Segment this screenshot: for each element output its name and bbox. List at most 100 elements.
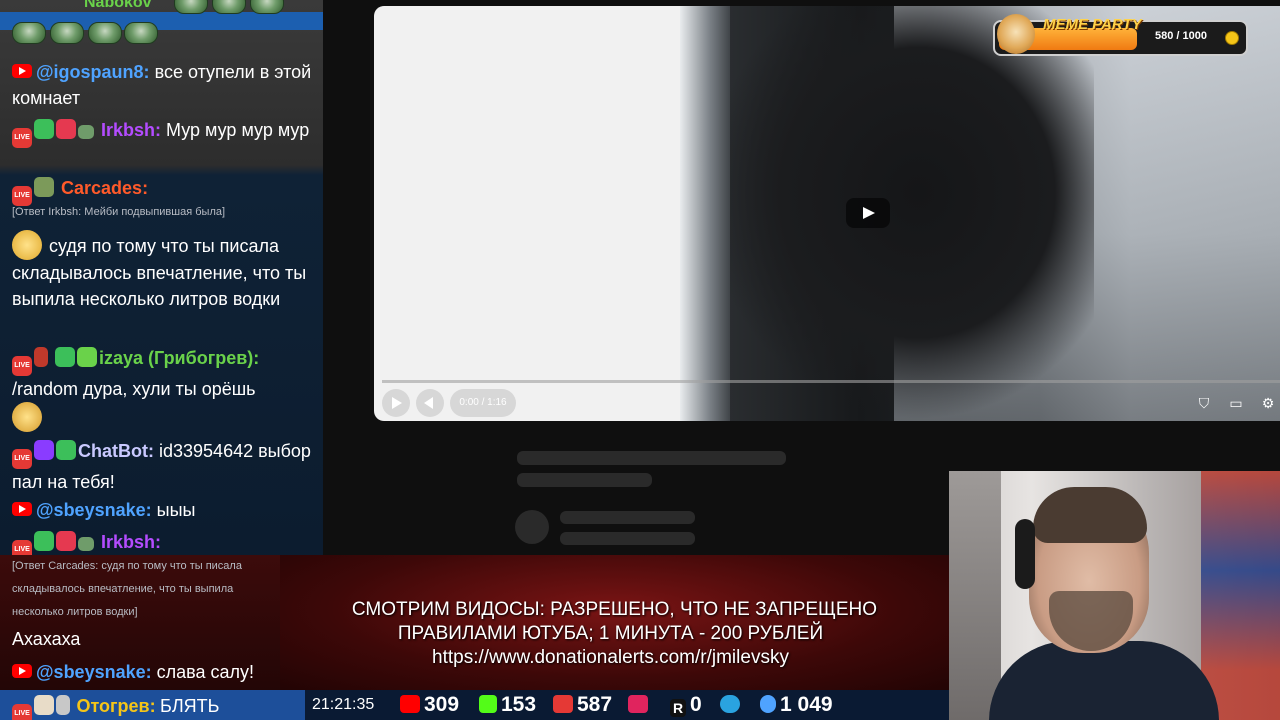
chat-reply: [Ответ Carcades: судя по тому что ты пис…: [12, 560, 242, 618]
telegram: [720, 694, 744, 716]
play-button[interactable]: [382, 389, 410, 417]
chat-nick: @igospaun8:: [36, 62, 150, 82]
rutube-play: [628, 694, 652, 716]
meme-party-title: MEME PARTY: [1043, 16, 1142, 33]
meme-party-count: 580 / 1000: [1155, 30, 1207, 42]
chat-message: LIVE izaya (Грибогрев): /random дура, ху…: [12, 345, 317, 433]
chat-message: судя по тому что ты писала складывалось …: [12, 230, 317, 312]
webcam-person-body: [989, 641, 1219, 720]
chat-message: LIVE Irkbsh: Мур мур мур мур: [12, 117, 317, 148]
rumble-viewers: R0: [670, 694, 702, 717]
emote-icon: [50, 22, 84, 44]
emote-icon: [124, 22, 158, 44]
skeleton-subtitle: [517, 473, 652, 487]
skeleton-channel: [560, 511, 695, 524]
frog-badge-icon: [77, 347, 98, 367]
video-player[interactable]: 0:00 / 1:16 ⛉ ▭ ⚙: [374, 6, 1280, 421]
skeleton-title: [517, 451, 786, 465]
shield-icon[interactable]: ⛉: [1195, 394, 1213, 412]
stream-layout: Nabokov @igospaun8: все отупели в этой к…: [0, 0, 1280, 720]
status-last-message: LIVE Отогрев: БЛЯТЬ: [12, 695, 219, 720]
emote-icon: [88, 22, 122, 44]
webcam-shelf: [949, 471, 1001, 720]
webcam-flag: [1201, 471, 1280, 720]
video-progress-bar[interactable]: [382, 380, 1280, 383]
user-icon: [760, 695, 776, 713]
pencil-badge-icon: [34, 531, 54, 551]
chat-text: Ахахаха: [12, 629, 81, 649]
mic-badge-icon: [56, 695, 70, 715]
chat-nick: Carcades:: [61, 178, 149, 198]
youtube-viewers: 309: [400, 694, 459, 716]
emote-icon: [250, 0, 284, 14]
status-bar: LIVE Отогрев: БЛЯТЬ 21:21:35 309 153 587…: [0, 690, 949, 720]
coin-icon: [1225, 31, 1239, 45]
headset-icon: [1015, 519, 1035, 589]
youtube-viewers-count: 309: [424, 693, 460, 716]
pencil-badge-icon: [34, 119, 54, 139]
chat-nick: Irkbsh:: [101, 532, 162, 552]
puzzle-badge-icon: [56, 440, 76, 460]
emoji-icon: [12, 230, 42, 260]
chat-text: судя по тому что ты писала складывалось …: [12, 236, 307, 309]
chat-nick: Отогрев:: [76, 696, 156, 716]
chat-message: Ахахаха: [12, 626, 317, 652]
chat-nick: @sbeysnake:: [36, 500, 152, 520]
gear-icon[interactable]: ⚙: [1259, 394, 1277, 412]
rumble-viewers-count: 0: [690, 693, 702, 716]
webcam-feed: [949, 471, 1280, 720]
chat-text: Мур мур мур мур: [166, 120, 310, 140]
chat-message: @igospaun8: все отупели в этой комнает: [12, 59, 317, 111]
chat-top-bar: [0, 12, 323, 30]
live-badge-icon: LIVE: [12, 128, 32, 148]
chat-text: БЛЯТЬ: [160, 696, 220, 716]
emote-icon: [212, 0, 246, 14]
chat-text: слава салу!: [156, 662, 255, 682]
kick-viewers-count: 153: [501, 693, 537, 716]
vk-live-icon: [553, 695, 573, 713]
chat-message: @sbeysnake: слава салу!: [12, 659, 317, 685]
banner-line-2: ПРАВИЛАМИ ЮТУБА; 1 МИНУТА - 200 РУБЛЕЙ: [397, 623, 824, 644]
r-icon: R: [670, 699, 686, 717]
vk-live-viewers: 587: [553, 694, 612, 716]
play-icon: [628, 695, 648, 713]
emote-icon: [12, 22, 46, 44]
vk-live-viewers-count: 587: [577, 693, 613, 716]
total-viewers: 1 049: [760, 694, 833, 716]
green-badge-icon: [55, 347, 76, 367]
drink-badge-icon: [34, 347, 48, 367]
chat-top-emotes: Nabokov: [0, 0, 323, 58]
subtitles-icon[interactable]: ▭: [1227, 394, 1245, 412]
chat-message: @sbeysnake: ыыы: [12, 497, 317, 523]
bowl-badge-icon: [34, 695, 54, 715]
emote-icon: [174, 0, 208, 14]
chat-text: ыыы: [156, 500, 196, 520]
youtube-icon: [400, 695, 420, 713]
frog-badge-icon: [78, 537, 94, 551]
youtube-icon: [12, 502, 32, 516]
live-badge-icon: LIVE: [12, 449, 32, 469]
meme-party-widget: MEME PARTY 580 / 1000: [993, 14, 1248, 56]
doge-icon: [997, 14, 1035, 54]
chat-reply: [Ответ Irkbsh: Мейби подвыпившая была]: [12, 206, 226, 218]
chat-nick: izaya (Грибогрев):: [99, 348, 260, 368]
skeleton-avatar: [515, 510, 549, 544]
emoji-icon: [12, 402, 42, 432]
live-badge-icon: LIVE: [12, 356, 32, 376]
video-time: 0:00 / 1:16: [450, 389, 516, 417]
banner-line-1: СМОТРИМ ВИДОСЫ: РАЗРЕШЕНО, ЧТО НЕ ЗАПРЕЩ…: [351, 599, 878, 620]
dice-badge-icon: [56, 119, 76, 139]
volume-button[interactable]: [416, 389, 444, 417]
stream-clock: 21:21:35: [312, 696, 375, 713]
chat-message: LIVE ChatBot: id33954642 выбор пал на теб…: [12, 438, 317, 495]
big-play-icon[interactable]: [846, 198, 890, 228]
top-nick: Nabokov: [84, 0, 152, 11]
hat-badge-icon: [34, 177, 54, 197]
youtube-icon: [12, 64, 32, 78]
invader-badge-icon: [34, 440, 54, 460]
total-viewers-count: 1 049: [780, 693, 833, 716]
dice-badge-icon: [56, 531, 76, 551]
banner-line-3: https://www.donationalerts.com/r/jmilevs…: [432, 647, 789, 668]
kick-viewers: 153: [479, 694, 536, 716]
chat-text: /random дура, хули ты орёшь: [12, 379, 256, 399]
